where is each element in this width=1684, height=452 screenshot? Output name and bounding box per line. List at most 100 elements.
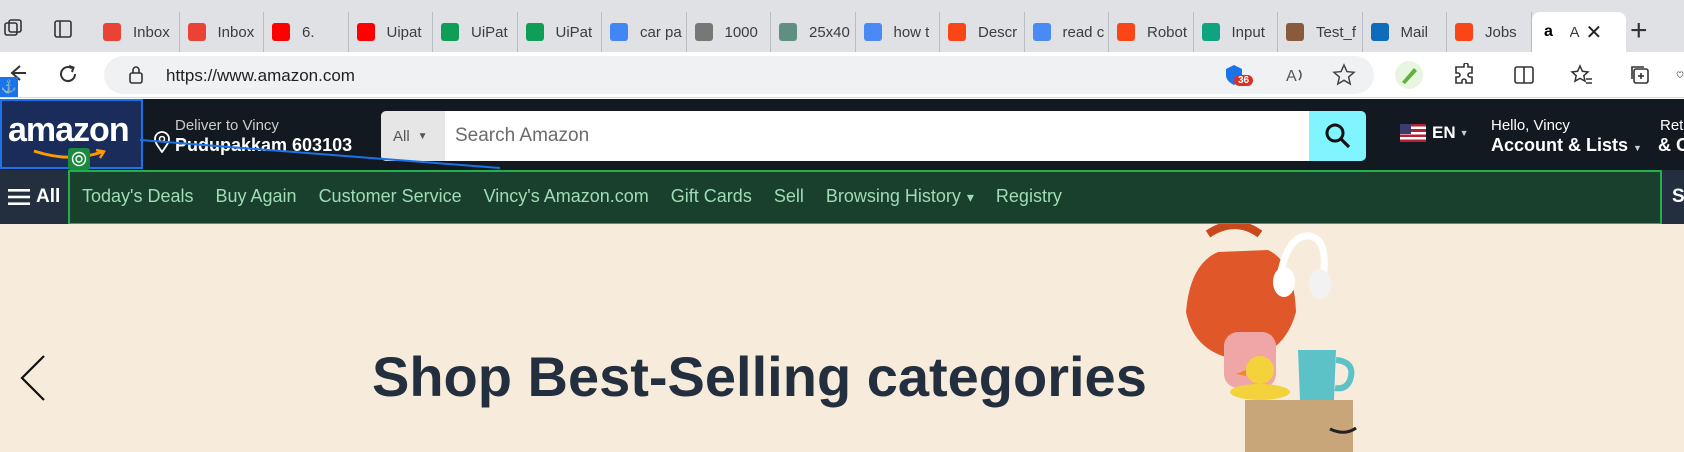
carousel-prev-icon[interactable] bbox=[18, 354, 48, 402]
browser-tab[interactable]: UiPat bbox=[518, 12, 602, 52]
browser-tab-label: how t bbox=[893, 23, 930, 41]
new-tab-button[interactable]: + bbox=[1630, 14, 1648, 48]
browser-tab-label: A bbox=[1569, 23, 1580, 41]
nav-link[interactable]: Registry bbox=[996, 186, 1062, 207]
amazon-icon: a bbox=[1539, 23, 1558, 41]
browser-tab[interactable]: car pa bbox=[602, 12, 687, 52]
nav-link-label: Vincy's Amazon.com bbox=[483, 186, 649, 206]
browser-tab-strip: Inbox Inbox 6. Uipat UiPat UiPat car pa 1000 25x… bbox=[0, 0, 1684, 56]
browser-tab[interactable]: Uipat bbox=[349, 12, 433, 52]
extensions-puzzle-icon[interactable] bbox=[1452, 63, 1476, 87]
lock-icon[interactable] bbox=[128, 65, 144, 85]
browser-tab[interactable]: Inbox bbox=[95, 12, 180, 52]
nav-link[interactable]: Customer Service bbox=[319, 186, 462, 207]
favorite-star-icon[interactable] bbox=[1332, 63, 1356, 87]
browser-tab-label: Input bbox=[1231, 23, 1265, 41]
page-icon bbox=[694, 23, 713, 41]
youtube-icon bbox=[272, 23, 290, 41]
account-lists-link[interactable]: Account & Lists ▼ bbox=[1491, 135, 1642, 156]
browser-tab[interactable]: read c bbox=[1025, 12, 1109, 52]
nav-link[interactable]: Gift Cards bbox=[671, 186, 752, 207]
uipath-icon bbox=[1117, 23, 1135, 41]
browser-tab-label: Descr bbox=[978, 23, 1018, 41]
extension-button[interactable]: 36 bbox=[1222, 63, 1254, 89]
browser-tab-label: 6. bbox=[302, 23, 315, 41]
returns-label[interactable]: Retu bbox=[1660, 117, 1684, 134]
browser-tab-label: Test_f bbox=[1316, 23, 1357, 41]
svg-text:A: A bbox=[1286, 68, 1297, 85]
browser-tab[interactable]: Test_f bbox=[1278, 12, 1363, 52]
nav-link-label: Gift Cards bbox=[670, 186, 752, 206]
browser-tab-active[interactable]: a A ✕ bbox=[1531, 12, 1626, 52]
google-icon bbox=[610, 23, 628, 41]
search-icon bbox=[1032, 23, 1051, 41]
browser-tab[interactable]: 25x40 bbox=[771, 12, 856, 52]
browser-tab[interactable]: Input bbox=[1194, 12, 1278, 52]
nav-link-label: Registry bbox=[995, 186, 1062, 206]
nav-link-label: Buy Again bbox=[215, 186, 297, 206]
browser-tab-label: Uipat bbox=[386, 23, 422, 41]
nav-links: Today's Deals Buy Again Customer Service Vi… bbox=[82, 186, 1084, 207]
nav-link-label: Browsing History bbox=[825, 186, 961, 206]
pen-extension-icon[interactable] bbox=[1394, 60, 1424, 90]
browser-essentials-icon[interactable] bbox=[1676, 63, 1684, 87]
favorites-icon[interactable] bbox=[1570, 63, 1594, 87]
browser-tab[interactable]: 6. bbox=[264, 12, 349, 52]
hero-title[interactable]: Shop Best-Selling categories bbox=[372, 344, 1147, 409]
browser-tab[interactable]: UiPat bbox=[433, 12, 518, 52]
nav-right-link[interactable]: S bbox=[1672, 186, 1684, 208]
address-bar[interactable]: https://www.amazon.com 36 A bbox=[104, 56, 1374, 94]
search-input[interactable] bbox=[445, 111, 1309, 161]
browser-tab-label: UiPat bbox=[471, 23, 508, 41]
browser-tab[interactable]: Jobs bbox=[1447, 12, 1532, 52]
search-button[interactable] bbox=[1309, 111, 1366, 161]
amazon-subnav: All Today's Deals Buy Again Customer Servi… bbox=[0, 170, 1684, 225]
account-greeting[interactable]: Hello, Vincy bbox=[1491, 117, 1570, 134]
outlook-icon bbox=[1370, 23, 1389, 41]
uipath-icon bbox=[948, 23, 966, 41]
tab-actions-icon[interactable] bbox=[52, 18, 74, 40]
wave-icon bbox=[779, 23, 797, 41]
browser-tab[interactable]: how t bbox=[856, 12, 940, 52]
browser-tab[interactable]: Mail bbox=[1363, 12, 1447, 52]
browser-tab-label: Mail bbox=[1400, 23, 1429, 41]
browser-tab-label: UiPat bbox=[555, 23, 593, 41]
nav-link[interactable]: Browsing History ▾ bbox=[826, 186, 974, 207]
us-flag-icon bbox=[1400, 124, 1426, 142]
read-aloud-icon[interactable]: A bbox=[1284, 64, 1308, 86]
nav-link[interactable]: Today's Deals bbox=[82, 186, 194, 207]
collections-icon[interactable] bbox=[1628, 63, 1652, 87]
browser-tab[interactable]: Inbox bbox=[180, 12, 264, 52]
nav-link[interactable]: Sell bbox=[774, 186, 804, 207]
language-selector[interactable]: EN ▼ bbox=[1400, 123, 1469, 143]
gmail-icon bbox=[187, 23, 206, 41]
browser-tab[interactable]: Descr bbox=[940, 12, 1025, 52]
account-lists-label: Account & Lists bbox=[1491, 135, 1629, 155]
orders-label[interactable]: & O bbox=[1658, 135, 1684, 156]
browser-tab[interactable]: 1000 bbox=[687, 12, 771, 52]
hamburger-icon bbox=[8, 189, 30, 205]
target-marker-icon bbox=[68, 148, 90, 170]
caret-down-icon: ▾ bbox=[966, 189, 974, 205]
sheets-icon bbox=[441, 23, 459, 41]
browser-tab-label: 1000 bbox=[724, 23, 758, 41]
browser-toolbar: https://www.amazon.com 36 A bbox=[0, 52, 1684, 98]
tab-list: Inbox Inbox 6. Uipat UiPat UiPat car pa 1000 25x… bbox=[95, 12, 1626, 52]
browser-tab-label: read c bbox=[1062, 23, 1105, 41]
url-text[interactable]: https://www.amazon.com bbox=[166, 66, 355, 86]
workspaces-icon[interactable] bbox=[2, 18, 24, 40]
browser-tab-label: Inbox bbox=[133, 23, 170, 41]
close-tab-icon[interactable]: ✕ bbox=[1586, 20, 1603, 45]
browser-tab[interactable]: Robot bbox=[1109, 12, 1194, 52]
refresh-icon[interactable] bbox=[56, 62, 80, 86]
heart-pulse-icon bbox=[1676, 71, 1684, 79]
all-menu-button[interactable]: All bbox=[8, 186, 60, 208]
hero-product-image[interactable] bbox=[1160, 224, 1420, 452]
hero-carousel: Shop Best-Selling categories bbox=[0, 224, 1684, 452]
avatar-icon bbox=[1286, 23, 1304, 41]
nav-link[interactable]: Buy Again bbox=[216, 186, 297, 207]
nav-link-label: Customer Service bbox=[318, 186, 462, 206]
split-screen-icon[interactable] bbox=[1512, 63, 1536, 87]
nav-link[interactable]: Vincy's Amazon.com bbox=[484, 186, 649, 207]
language-label: EN bbox=[1432, 123, 1456, 142]
